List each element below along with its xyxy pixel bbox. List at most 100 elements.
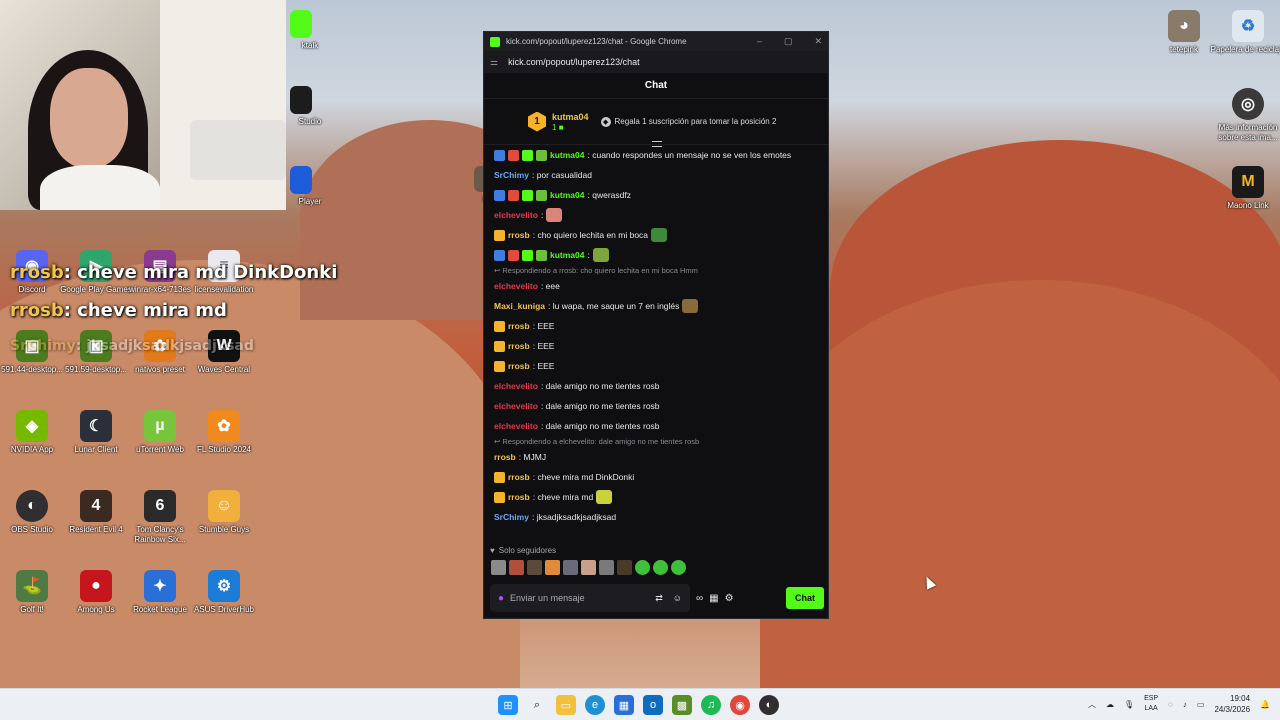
chat-username[interactable]: rrosb [508, 361, 530, 371]
chat-username[interactable]: kutma04 [550, 250, 585, 260]
desktop-icon-recycle-bin[interactable]: ♻ Papelera de reciclaje [1210, 10, 1280, 55]
chat-username[interactable]: elchevelito [494, 401, 538, 411]
emote[interactable] [545, 560, 560, 575]
address-bar[interactable]: ⚌ kick.com/popout/luperez123/chat [484, 51, 828, 73]
reply-context[interactable]: ↩ Respondiendo a rrosb: cho quiero lechi… [494, 265, 818, 276]
emote[interactable] [599, 560, 614, 575]
gifter-username[interactable]: kutma04 [552, 111, 589, 123]
chat-messages[interactable]: kutma04: cuando respondes un mensaje no … [484, 145, 828, 547]
chat-username[interactable]: elchevelito [494, 421, 538, 431]
close-button[interactable]: ✕ [814, 36, 822, 47]
chat-message[interactable]: rrosb: EEE [494, 316, 818, 336]
chat-username[interactable]: rrosb [508, 341, 530, 351]
send-chat-button[interactable]: Chat [786, 587, 824, 609]
chat-message[interactable]: rrosb: cheve mira md [494, 487, 818, 507]
notifications-icon[interactable]: 🔔 [1260, 700, 1270, 709]
chat-username[interactable]: rrosb [494, 452, 516, 462]
desktop-icon-partial[interactable]: Player [262, 166, 338, 207]
emote[interactable] [509, 560, 524, 575]
chat-message[interactable]: elchevelito: dale amigo no me tientes ro… [494, 416, 818, 436]
reply-context[interactable]: ↩ Respondiendo a elchevelito: dale amigo… [494, 436, 818, 447]
wifi-icon[interactable]: ◌ [1168, 700, 1173, 709]
chat-message[interactable]: rrosb: MJMJ [494, 447, 818, 467]
emote[interactable] [491, 560, 506, 575]
chat-message[interactable]: elchevelito: [494, 205, 818, 225]
chat-username[interactable]: kutma04 [550, 190, 585, 200]
battery-icon[interactable]: ▭ [1197, 700, 1205, 709]
emote[interactable] [635, 560, 650, 575]
chat-username[interactable]: elchevelito [494, 381, 538, 391]
emote[interactable] [563, 560, 578, 575]
store-icon[interactable]: ▦ [614, 695, 634, 715]
chat-message[interactable]: rrosb: EEE [494, 356, 818, 376]
chat-input[interactable]: ● Enviar un mensaje ⇄ ☺ [490, 584, 690, 612]
input-language[interactable]: ESP LAA [1144, 694, 1158, 714]
chat-username[interactable]: rrosb [508, 321, 530, 331]
desktop-icon-maono-link[interactable]: M Maono Link [1210, 166, 1280, 211]
translate-icon[interactable]: ⇄ [655, 593, 663, 604]
emote-quickbar[interactable] [491, 560, 686, 575]
desktop-icon-partial[interactable]: Studio [262, 86, 338, 127]
chat-message[interactable]: Maxi_kuniga: lu wapa, me saque un 7 en i… [494, 296, 818, 316]
chat-username[interactable]: rrosb [508, 492, 530, 502]
outlook-icon[interactable]: o [643, 695, 663, 715]
chat-message[interactable]: SrChimy: por casualidad [494, 165, 818, 185]
network-status-icon[interactable]: ☁ [1106, 700, 1114, 709]
desktop-icon-asus-driverhub[interactable]: ⚙ ASUS DriverHub [186, 570, 262, 615]
chat-message[interactable]: kutma04: qwerasdfz [494, 185, 818, 205]
chat-message[interactable]: kutma04: [494, 245, 818, 265]
chat-message[interactable]: elchevelito: dale amigo no me tientes ro… [494, 396, 818, 416]
chat-username[interactable]: elchevelito [494, 281, 538, 291]
chat-username[interactable]: kutma04 [550, 150, 585, 160]
chevron-up-icon[interactable]: ︿ [1088, 699, 1096, 710]
microphone-icon[interactable]: ● [498, 593, 504, 604]
chat-message[interactable]: elchevelito: dale amigo no me tientes ro… [494, 376, 818, 396]
emote[interactable] [617, 560, 632, 575]
emote[interactable] [671, 560, 686, 575]
chat-message-text: : dale amigo no me tientes rosb [540, 381, 660, 391]
window-titlebar[interactable]: kick.com/popout/luperez123/chat - Google… [484, 32, 828, 51]
obs-taskbar-icon[interactable]: ◐ [759, 695, 779, 715]
settings-icon[interactable]: ⚙ [725, 593, 734, 604]
clock[interactable]: 19:04 24/3/2026 [1214, 693, 1250, 715]
chat-message[interactable]: rrosb: cheve mira md DinkDonki [494, 467, 818, 487]
desktop-icon-partial[interactable]: ktalk [262, 10, 338, 51]
top-gifter-banner[interactable]: 1 kutma04 1 ■ ◆ Regala 1 suscripción par… [484, 99, 828, 147]
emoji-icon[interactable]: ☺ [673, 593, 682, 604]
chrome-icon[interactable]: ◉ [730, 695, 750, 715]
chat-popout-window[interactable]: kick.com/popout/luperez123/chat - Google… [483, 31, 829, 619]
desktop-icon-stumble-guys[interactable]: ☺ Stumble Guys [186, 490, 262, 535]
spotify-icon[interactable]: ♫ [701, 695, 721, 715]
chat-username[interactable]: SrChimy [494, 170, 529, 180]
chat-username[interactable]: Maxi_kuniga [494, 301, 545, 311]
user-badge-icon [508, 189, 519, 201]
gift-cta-text[interactable]: Regala 1 suscripción para tomar la posic… [615, 117, 777, 126]
chat-username[interactable]: rrosb [508, 230, 530, 240]
emote[interactable] [581, 560, 596, 575]
gift-count: 1 [552, 123, 557, 132]
chat-username[interactable]: SrChimy [494, 512, 529, 522]
chat-message[interactable]: rrosb: EEE [494, 336, 818, 356]
emote[interactable] [653, 560, 668, 575]
edge-icon[interactable]: e [585, 695, 605, 715]
chat-message[interactable]: SrChimy: jksadjksadkjsadjksad [494, 507, 818, 527]
desktop-icon-fl-studio[interactable]: ✿ FL Studio 2024 [186, 410, 262, 455]
microphone-tray-icon[interactable]: 🎙 [1124, 700, 1134, 709]
maximize-button[interactable]: ▢ [784, 36, 793, 47]
chat-message[interactable]: kutma04: cuando respondes un mensaje no … [494, 145, 818, 165]
chat-message[interactable]: rrosb: cho quiero lechita en mi boca [494, 225, 818, 245]
minimize-button[interactable]: – [757, 36, 762, 47]
kicks-icon[interactable]: ∞ [696, 593, 703, 604]
chat-username[interactable]: rrosb [508, 472, 530, 482]
site-info-icon[interactable]: ⚌ [490, 57, 498, 68]
chat-username[interactable]: elchevelito [494, 210, 538, 220]
search-icon[interactable]: ⌕ [527, 695, 547, 715]
gift-box-icon[interactable]: ▦ [709, 593, 718, 604]
volume-icon[interactable]: ♪ [1183, 700, 1187, 709]
minecraft-icon[interactable]: ▩ [672, 695, 692, 715]
emote[interactable] [527, 560, 542, 575]
chat-message[interactable]: elchevelito: eee [494, 276, 818, 296]
windows-start-icon[interactable]: ⊞ [498, 695, 518, 715]
desktop-icon-spotlight[interactable]: ◎ Más información sobre esta ima... [1210, 88, 1280, 143]
file-explorer-icon[interactable]: ▭ [556, 695, 576, 715]
